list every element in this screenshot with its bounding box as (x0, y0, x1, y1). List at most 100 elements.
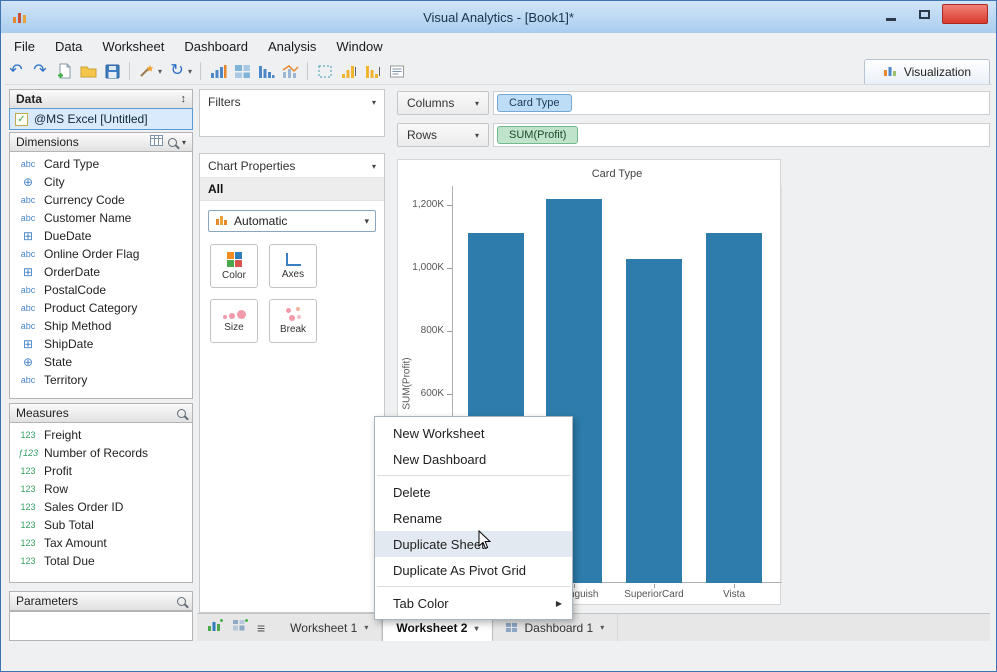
new-workbook-icon[interactable] (53, 60, 75, 82)
undo-icon[interactable]: ↶ (5, 60, 27, 82)
sheet-list-icon[interactable]: ≡ (257, 621, 265, 635)
measure-item[interactable]: 123 Profit (10, 462, 192, 480)
abc-icon: abc (20, 285, 36, 295)
wand-dropdown-icon[interactable]: ▾ (158, 67, 162, 76)
menu-window[interactable]: Window (327, 35, 391, 58)
dimension-item[interactable]: ⊕ State (10, 353, 192, 371)
measure-item[interactable]: 123 Sales Order ID (10, 498, 192, 516)
x-axis-tick (734, 584, 735, 588)
dimension-item[interactable]: abc Product Category (10, 299, 192, 317)
dimension-item[interactable]: ⊞ ShipDate (10, 335, 192, 353)
break-button[interactable]: Break (269, 299, 317, 343)
rows-shelf-label[interactable]: Rows ▾ (397, 123, 489, 147)
rows-dropdown-icon[interactable]: ▾ (475, 131, 479, 140)
rows-shelf[interactable]: SUM(Profit) (493, 123, 990, 147)
search-icon[interactable] (167, 137, 177, 147)
pill-sum-profit-[interactable]: SUM(Profit) (497, 126, 579, 144)
redo-icon[interactable]: ↷ (29, 60, 51, 82)
dimension-item[interactable]: abc PostalCode (10, 281, 192, 299)
measure-item[interactable]: 123 Row (10, 480, 192, 498)
dimension-item[interactable]: ⊞ OrderDate (10, 263, 192, 281)
dimension-label: City (44, 175, 65, 189)
toolbar: ↶ ↷ ▾ ↻ ▾ Visualization (5, 58, 992, 85)
axes-button[interactable]: Axes (269, 244, 317, 288)
sort-descending-icon[interactable] (362, 60, 384, 82)
chart-bar[interactable] (706, 233, 762, 583)
table-icon[interactable] (149, 135, 163, 149)
maximize-button[interactable] (909, 4, 939, 24)
scope-row[interactable]: All (200, 177, 384, 201)
tab-visualization[interactable]: Visualization (863, 59, 990, 84)
measure-item[interactable]: 123 Sub Total (10, 516, 192, 534)
measure-item[interactable]: 123 Freight (10, 426, 192, 444)
dimension-item[interactable]: abc Online Order Flag (10, 245, 192, 263)
selection-icon[interactable] (314, 60, 336, 82)
menu-item-rename[interactable]: Rename (375, 505, 572, 531)
menu-item-duplicate-as-pivot-grid[interactable]: Duplicate As Pivot Grid (375, 557, 572, 583)
columns-shelf[interactable]: Card Type (493, 91, 990, 115)
calc_number-icon: ƒ123 (17, 448, 39, 458)
columns-dropdown-icon[interactable]: ▾ (475, 99, 479, 108)
abc-icon: abc (20, 249, 36, 259)
menu-item-delete[interactable]: Delete (375, 479, 572, 505)
close-button[interactable] (942, 4, 988, 24)
globe-icon: ⊕ (22, 175, 34, 189)
add-dashboard-icon[interactable] (232, 618, 248, 637)
collapse-icon[interactable]: ↕ (181, 93, 187, 105)
open-icon[interactable] (77, 60, 99, 82)
break-button-label: Break (279, 324, 307, 335)
data-source-item[interactable]: ✓ @MS Excel [Untitled] (9, 108, 193, 130)
tab-dropdown-icon[interactable]: ▾ (600, 623, 604, 632)
measure-item[interactable]: ƒ123 Number of Records (10, 444, 192, 462)
menu-analysis[interactable]: Analysis (259, 35, 325, 58)
abc-icon: abc (20, 159, 36, 169)
menu-data[interactable]: Data (46, 35, 91, 58)
menu-item-new-worksheet[interactable]: New Worksheet (375, 420, 572, 446)
menu-file[interactable]: File (5, 35, 44, 58)
search-icon[interactable] (177, 596, 186, 606)
menu-item-tab-color[interactable]: Tab Color ▶ (375, 590, 572, 616)
tab-worksheet-1[interactable]: Worksheet 1 ▾ (277, 614, 383, 641)
dimension-item[interactable]: abc Currency Code (10, 191, 192, 209)
grid-chart-icon[interactable] (231, 60, 253, 82)
dimension-item[interactable]: abc Card Type (10, 155, 192, 173)
add-worksheet-icon[interactable] (207, 618, 223, 637)
dimension-item[interactable]: abc Territory (10, 371, 192, 389)
dimension-item[interactable]: ⊞ DueDate (10, 227, 192, 245)
sort-ascending-icon[interactable] (338, 60, 360, 82)
menu-dashboard[interactable]: Dashboard (175, 35, 257, 58)
menu-item-new-dashboard[interactable]: New Dashboard (375, 446, 572, 472)
search-icon[interactable] (177, 408, 186, 418)
refresh-icon[interactable]: ↻ (166, 60, 188, 82)
labels-icon[interactable] (386, 60, 408, 82)
columns-shelf-label[interactable]: Columns ▾ (397, 91, 489, 115)
menu-worksheet[interactable]: Worksheet (93, 35, 173, 58)
minimize-button[interactable] (876, 4, 906, 24)
wand-icon[interactable] (136, 60, 158, 82)
tab-dropdown-icon[interactable]: ▾ (364, 623, 368, 632)
chart-properties-dropdown-icon[interactable]: ▾ (372, 162, 376, 171)
size-button[interactable]: Size (210, 299, 258, 343)
axes-icon (285, 252, 301, 266)
dimension-item[interactable]: ⊕ City (10, 173, 192, 191)
save-icon[interactable] (101, 60, 123, 82)
chart-bar[interactable] (626, 259, 682, 583)
measure-item[interactable]: 123 Tax Amount (10, 534, 192, 552)
dimension-item[interactable]: abc Customer Name (10, 209, 192, 227)
chart-properties-title: Chart Properties (208, 159, 296, 173)
refresh-dropdown-icon[interactable]: ▾ (188, 67, 192, 76)
menu-item-duplicate-sheet[interactable]: Duplicate Sheet (375, 531, 572, 557)
color-button[interactable]: Color (210, 244, 258, 288)
tab-dropdown-icon[interactable]: ▾ (474, 624, 478, 633)
dimensions-dropdown-icon[interactable]: ▾ (182, 138, 186, 147)
sorted-chart-icon[interactable] (255, 60, 277, 82)
pill-card-type[interactable]: Card Type (497, 94, 572, 112)
filters-dropdown-icon[interactable]: ▾ (372, 98, 376, 107)
measure-item[interactable]: 123 Total Due (10, 552, 192, 570)
mark-type-select[interactable]: Automatic ▾ (208, 210, 376, 232)
bar-chart-icon[interactable] (207, 60, 229, 82)
combo-chart-icon[interactable] (279, 60, 301, 82)
parameters-list (9, 611, 193, 641)
title-bar: Visual Analytics - [Book1]* (1, 1, 996, 33)
dimension-item[interactable]: abc Ship Method (10, 317, 192, 335)
